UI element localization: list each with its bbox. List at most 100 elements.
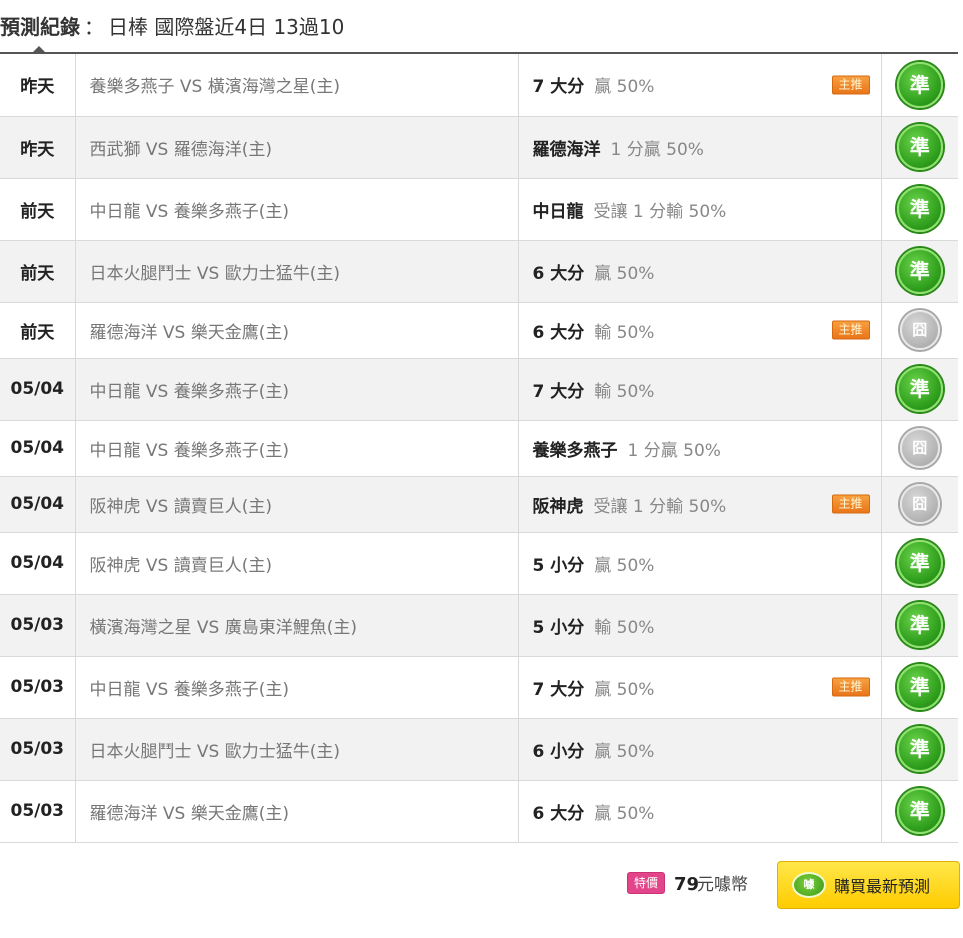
- row-prediction: 6 小分贏 50%: [518, 718, 882, 781]
- table-row: 05/03 日本火腿鬥士 VS 歐力士猛牛(主) 6 小分贏 50% 準: [0, 718, 958, 781]
- row-match: 日本火腿鬥士 VS 歐力士猛牛(主): [75, 718, 519, 781]
- row-prediction: 養樂多燕子 1 分贏 50%: [518, 420, 882, 477]
- buy-button-label: 購買最新預測: [834, 877, 931, 896]
- result-win-icon: 準: [896, 664, 943, 710]
- prediction-odds: 贏 50%: [594, 77, 655, 98]
- prediction-odds: 輸 50%: [594, 381, 655, 402]
- row-date: 05/03: [0, 718, 76, 781]
- result-win-icon: 準: [896, 61, 943, 108]
- record-summary: 日棒 國際盤近4日 13過10: [108, 15, 345, 39]
- row-prediction: 6 大分贏 50%: [518, 240, 882, 303]
- main-pick-badge: 主推: [831, 494, 870, 514]
- prediction-pick: 6 大分: [532, 803, 585, 824]
- row-match: 中日龍 VS 養樂多燕子(主): [75, 178, 519, 241]
- table-row: 05/03 橫濱海灣之星 VS 廣島東洋鯉魚(主) 5 小分輸 50% 準: [0, 594, 958, 657]
- row-result: 準: [881, 178, 958, 241]
- row-prediction: 阪神虎 受讓 1 分輸 50% 主推: [518, 476, 882, 533]
- title-label: 預測紀錄: [0, 15, 80, 39]
- row-date: 05/04: [0, 532, 76, 595]
- result-win-icon: 準: [896, 186, 943, 232]
- prediction-odds: 贏 50%: [594, 263, 655, 284]
- buy-latest-prediction-button[interactable]: 噱 購買最新預測: [777, 861, 960, 909]
- row-date: 昨天: [0, 54, 76, 117]
- prediction-pick: 7 大分: [532, 381, 585, 402]
- result-win-icon: 準: [896, 366, 943, 412]
- table-row: 前天 中日龍 VS 養樂多燕子(主) 中日龍 受讓 1 分輸 50% 準: [0, 178, 958, 241]
- row-match: 羅德海洋 VS 樂天金鷹(主): [75, 302, 519, 359]
- prediction-odds: 1 分贏 50%: [627, 440, 721, 461]
- table-row: 05/04 中日龍 VS 養樂多燕子(主) 養樂多燕子 1 分贏 50% 囧: [0, 420, 958, 477]
- row-result: 準: [881, 594, 958, 657]
- page-title: 預測紀錄：日棒 國際盤近4日 13過10: [0, 12, 344, 42]
- row-result: 準: [881, 116, 958, 179]
- table-row: 05/03 羅德海洋 VS 樂天金鷹(主) 6 大分贏 50% 準: [0, 780, 958, 843]
- table-row: 昨天 西武獅 VS 羅德海洋(主) 羅德海洋 1 分贏 50% 準: [0, 116, 958, 179]
- table-row: 05/04 阪神虎 VS 讀賣巨人(主) 阪神虎 受讓 1 分輸 50% 主推 囧: [0, 476, 958, 533]
- purchase-bar: 特價 79 元噱幣 噱 購買最新預測: [0, 861, 963, 913]
- prediction-odds: 1 分贏 50%: [610, 139, 704, 160]
- prediction-odds: 輸 50%: [594, 322, 655, 343]
- row-result: 準: [881, 656, 958, 719]
- row-prediction: 中日龍 受讓 1 分輸 50%: [518, 178, 882, 241]
- row-prediction: 6 大分輸 50% 主推: [518, 302, 882, 359]
- row-prediction: 6 大分贏 50%: [518, 780, 882, 843]
- prediction-odds: 贏 50%: [594, 679, 655, 700]
- row-date: 昨天: [0, 116, 76, 179]
- prediction-odds: 受讓 1 分輸 50%: [593, 496, 727, 517]
- result-win-icon: 準: [896, 540, 943, 586]
- row-result: 準: [881, 358, 958, 421]
- prediction-pick: 6 大分: [532, 263, 585, 284]
- result-miss-icon: 囧: [899, 428, 940, 468]
- row-prediction: 7 大分贏 50% 主推: [518, 54, 882, 117]
- row-match: 養樂多燕子 VS 橫濱海灣之星(主): [75, 54, 519, 117]
- table-row: 前天 羅德海洋 VS 樂天金鷹(主) 6 大分輸 50% 主推 囧: [0, 302, 958, 359]
- row-prediction: 7 大分贏 50% 主推: [518, 656, 882, 719]
- row-date: 05/03: [0, 780, 76, 843]
- prediction-odds: 受讓 1 分輸 50%: [593, 201, 727, 222]
- table-row: 昨天 養樂多燕子 VS 橫濱海灣之星(主) 7 大分贏 50% 主推 準: [0, 54, 958, 117]
- row-match: 阪神虎 VS 讀賣巨人(主): [75, 532, 519, 595]
- special-price-badge: 特價: [627, 872, 665, 894]
- row-date: 05/04: [0, 476, 76, 533]
- main-pick-badge: 主推: [831, 75, 870, 95]
- prediction-odds: 輸 50%: [594, 617, 655, 638]
- prediction-odds: 贏 50%: [594, 803, 655, 824]
- result-win-icon: 準: [896, 788, 943, 834]
- result-win-icon: 準: [896, 602, 943, 648]
- result-win-icon: 準: [896, 124, 943, 170]
- row-match: 橫濱海灣之星 VS 廣島東洋鯉魚(主): [75, 594, 519, 657]
- row-match: 西武獅 VS 羅德海洋(主): [75, 116, 519, 179]
- prediction-pick: 養樂多燕子: [532, 440, 618, 461]
- prediction-odds: 贏 50%: [594, 741, 655, 762]
- main-pick-badge: 主推: [831, 320, 870, 340]
- table-row: 05/04 阪神虎 VS 讀賣巨人(主) 5 小分贏 50% 準: [0, 532, 958, 595]
- prediction-pick: 中日龍: [532, 201, 584, 222]
- row-result: 囧: [881, 302, 958, 359]
- main-pick-badge: 主推: [831, 677, 870, 697]
- row-date: 前天: [0, 302, 76, 359]
- row-date: 05/03: [0, 594, 76, 657]
- coin-icon: 噱: [792, 872, 826, 898]
- result-win-icon: 準: [896, 726, 943, 772]
- prediction-pick: 7 大分: [532, 77, 585, 98]
- prediction-pick: 7 大分: [532, 679, 585, 700]
- row-match: 中日龍 VS 養樂多燕子(主): [75, 358, 519, 421]
- row-result: 囧: [881, 420, 958, 477]
- row-date: 05/04: [0, 420, 76, 477]
- row-result: 準: [881, 718, 958, 781]
- table-row: 前天 日本火腿鬥士 VS 歐力士猛牛(主) 6 大分贏 50% 準: [0, 240, 958, 303]
- row-prediction: 5 小分輸 50%: [518, 594, 882, 657]
- header-caret-icon: [32, 46, 46, 53]
- row-match: 中日龍 VS 養樂多燕子(主): [75, 656, 519, 719]
- prediction-pick: 6 大分: [532, 322, 585, 343]
- table-row: 05/03 中日龍 VS 養樂多燕子(主) 7 大分贏 50% 主推 準: [0, 656, 958, 719]
- prediction-odds: 贏 50%: [594, 555, 655, 576]
- row-result: 準: [881, 532, 958, 595]
- title-separator: ：: [84, 15, 104, 39]
- prediction-pick: 阪神虎: [532, 496, 584, 517]
- row-match: 日本火腿鬥士 VS 歐力士猛牛(主): [75, 240, 519, 303]
- result-miss-icon: 囧: [899, 484, 940, 524]
- row-result: 準: [881, 240, 958, 303]
- row-match: 中日龍 VS 養樂多燕子(主): [75, 420, 519, 477]
- row-match: 阪神虎 VS 讀賣巨人(主): [75, 476, 519, 533]
